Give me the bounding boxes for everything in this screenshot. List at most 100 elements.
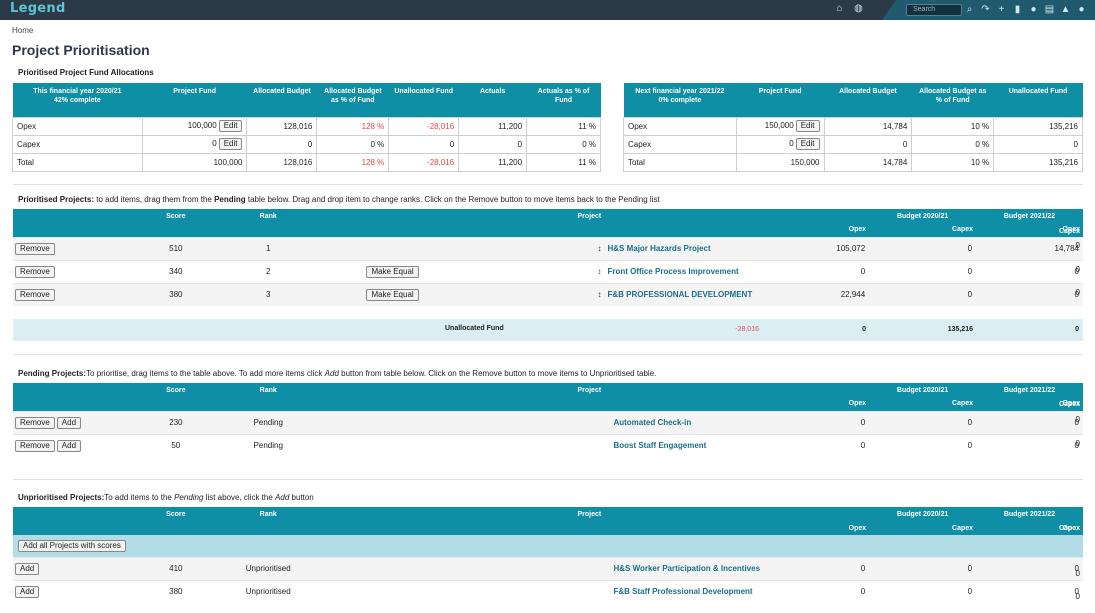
unalloc-value: -28,016 [388, 116, 460, 136]
project-link[interactable]: Front Office Process Improvement [607, 267, 738, 276]
opex-2021: 105,072 [762, 236, 870, 260]
project-link[interactable]: F&B Staff Professional Development [613, 587, 752, 596]
fund-value: 150,000 [735, 152, 825, 172]
capex-2021: 0 [869, 236, 977, 260]
actuals-value: 11,200 [458, 116, 528, 136]
unallocated-capex-2021: 0 [862, 326, 866, 333]
pct-value: 10 % [911, 116, 995, 136]
rank: Unprioritised [220, 579, 316, 603]
rank: Pending [220, 410, 316, 434]
remove-button[interactable]: Remove [15, 288, 55, 301]
add-button[interactable]: Add [56, 439, 82, 452]
project-link[interactable]: H&S Worker Participation & Incentives [613, 564, 760, 573]
pct-value: 0 % [911, 134, 995, 154]
globe-icon[interactable]: ◍ [853, 3, 864, 14]
search-input[interactable]: Search [906, 4, 962, 16]
home-icon[interactable]: ⌂ [834, 3, 845, 14]
pending-table: Score Rank Project Budget 2020/21 Budget… [13, 383, 1083, 457]
divider [13, 184, 1083, 185]
bell-icon[interactable]: ▲ [1060, 4, 1071, 15]
opex-2021: 0 [762, 556, 870, 580]
pct-value: 128 % [316, 152, 390, 172]
user-icon[interactable]: ● [1076, 4, 1087, 15]
table-row[interactable]: Remove Add 50 Pending Boost Staff Engagem… [13, 433, 1083, 457]
capex-2122: 0 [1075, 569, 1080, 578]
table-row[interactable]: Add 380 Unprioritised F&B Staff Professi… [13, 579, 1083, 603]
project-link[interactable]: H&S Major Hazards Project [607, 244, 710, 253]
fund-next-header-unalloc: Unallocated Fund [993, 83, 1083, 117]
breadcrumb[interactable]: Home [12, 26, 33, 35]
drag-handle-icon[interactable]: ↕ [597, 290, 601, 299]
search-icon[interactable]: ⌕ [964, 4, 975, 15]
make-equal-button[interactable]: Make Equal [366, 265, 419, 278]
fund-section-title: Prioritised Project Fund Allocations [18, 68, 154, 77]
row-label: Capex [623, 134, 737, 154]
capex-2021: 0 [869, 433, 977, 457]
score: 410 [130, 556, 221, 580]
prioritised-table: Score Rank Project Budget 2020/21 Budget… [13, 209, 1083, 306]
capex-header: Capex [1058, 401, 1080, 408]
table-row[interactable]: Remove 340 2 Make Equal ↕ Front Office Pr… [13, 259, 1083, 283]
score-header: Score [166, 510, 186, 518]
capex-2122: 0 [1075, 439, 1080, 448]
bookmark-icon[interactable]: ▮ [1012, 4, 1023, 15]
app-logo[interactable]: Legend [10, 1, 66, 16]
rank-header: Rank [259, 386, 277, 394]
fund-value: 100,000 [187, 121, 217, 130]
project-link[interactable]: F&B PROFESSIONAL DEVELOPMENT [607, 290, 752, 299]
make-equal-button[interactable]: Make Equal [366, 288, 419, 301]
plus-icon[interactable]: + [996, 4, 1007, 15]
share-icon[interactable]: ↷ [980, 4, 991, 15]
add-button[interactable]: Add [15, 562, 40, 575]
project-header: Project [577, 510, 602, 518]
opex-2021: 0 [762, 579, 870, 603]
fund-next-row-opex: Opex 150,000 Edit 14,784 10 % 135,216 [623, 116, 1083, 136]
remove-button[interactable]: Remove [15, 416, 55, 429]
alloc-value: 0 [246, 134, 318, 154]
edit-button[interactable]: Edit [795, 120, 820, 132]
fund-this-header-alloc: Allocated Budget [246, 83, 317, 117]
project-link[interactable]: Boost Staff Engagement [613, 441, 706, 450]
project-link[interactable]: Automated Check-in [613, 418, 691, 427]
fund-this-header-pct: Allocated Budget as % of Fund [316, 83, 389, 117]
score: 230 [130, 410, 221, 434]
remove-button[interactable]: Remove [15, 439, 55, 452]
edit-button[interactable]: Edit [218, 138, 243, 150]
table-row[interactable]: Remove Add 230 Pending Automated Check-in… [13, 410, 1083, 434]
opex-2021: 0 [762, 433, 870, 457]
project-header: Project [577, 386, 602, 394]
fund-value: 150,000 [764, 121, 794, 130]
document-icon[interactable]: ▤ [1044, 4, 1055, 15]
divider [13, 479, 1083, 480]
table-row[interactable]: Remove 380 3 Make Equal ↕ F&B PROFESSIONA… [13, 282, 1083, 306]
score-header: Score [166, 212, 186, 220]
add-button[interactable]: Add [56, 416, 82, 429]
add-all-projects-button[interactable]: Add all Projects with scores [18, 539, 126, 552]
table-header: Score Rank Project Budget 2020/21 Budget… [13, 209, 1083, 223]
budget-2122-header: Budget 2021/22 [1003, 510, 1056, 518]
table-row[interactable]: Add 410 Unprioritised H&S Worker Partici… [13, 556, 1083, 580]
score: 380 [130, 579, 221, 603]
chat-icon[interactable]: ● [1028, 4, 1039, 15]
drag-handle-icon[interactable]: ↕ [597, 267, 601, 276]
fund-next-row-total: Total 150,000 14,784 10 % 135,216 [623, 152, 1083, 172]
row-label: Opex [623, 116, 737, 136]
budget-2122-header: Budget 2021/22 [1003, 212, 1056, 220]
edit-button[interactable]: Edit [218, 120, 243, 132]
edit-button[interactable]: Edit [795, 138, 820, 150]
remove-button[interactable]: Remove [15, 265, 55, 278]
page-title: Project Prioritisation [12, 42, 150, 58]
opex-header: Opex [848, 226, 867, 234]
remove-button[interactable]: Remove [15, 242, 55, 255]
fund-table-next-year: Next financial year 2021/22 0% complete … [623, 83, 1083, 172]
add-button[interactable]: Add [15, 585, 40, 598]
actuals-value: 11,200 [458, 152, 528, 172]
capex-header: Capex [1058, 228, 1080, 235]
top-bar: Legend ⌂ ◍ Search ⌕ ↷ + ▮ ● ▤ ▲ ● [0, 0, 1095, 20]
drag-handle-icon[interactable]: ↕ [597, 244, 601, 253]
capex-2021: 0 [869, 410, 977, 434]
row-label: Opex [12, 116, 143, 136]
fund-next-header-fund: Project Fund [736, 83, 824, 117]
rank: Pending [220, 433, 316, 457]
table-row[interactable]: Remove 510 1 ↕ H&S Major Hazards Project … [13, 236, 1083, 260]
